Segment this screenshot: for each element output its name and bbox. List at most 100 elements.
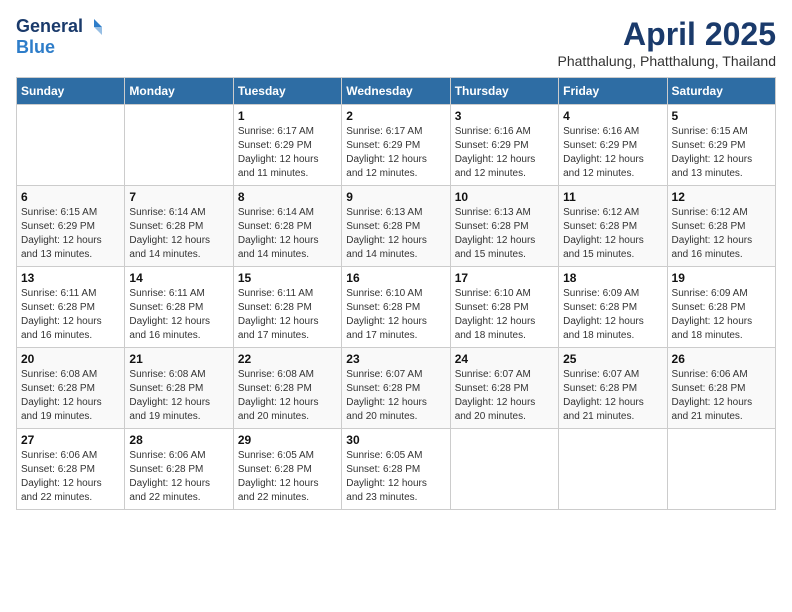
calendar-week-2: 6Sunrise: 6:15 AMSunset: 6:29 PMDaylight… [17,186,776,267]
day-number: 3 [455,109,554,123]
header: General Blue April 2025 Phatthalung, Pha… [16,16,776,69]
calendar-cell: 8Sunrise: 6:14 AMSunset: 6:28 PMDaylight… [233,186,341,267]
day-number: 14 [129,271,228,285]
day-number: 17 [455,271,554,285]
day-detail: Sunrise: 6:07 AMSunset: 6:28 PMDaylight:… [346,368,445,424]
calendar-cell: 2 Sunrise: 6:17 AMSunset: 6:29 PMDaylight… [342,105,450,186]
day-number: 28 [129,433,228,447]
calendar-cell: 24 Sunrise: 6:07 AMSunset: 6:28 PMDayligh… [450,348,558,429]
calendar-cell: 14 Sunrise: 6:11 AMSunset: 6:28 PMDayligh… [125,267,233,348]
calendar-cell: 4 Sunrise: 6:16 AMSunset: 6:29 PMDaylight… [559,105,667,186]
day-detail: Sunrise: 6:06 AMSunset: 6:28 PMDaylight:… [129,449,228,505]
day-detail: Sunrise: 6:08 AMSunset: 6:28 PMDaylight:… [129,368,228,424]
calendar-cell [125,105,233,186]
calendar-cell: 6Sunrise: 6:15 AMSunset: 6:29 PMDaylight… [17,186,125,267]
calendar-cell [559,429,667,510]
logo: General Blue [16,16,103,58]
day-detail: Sunrise: 6:06 AMSunset: 6:28 PMDaylight:… [672,368,771,424]
day-of-week-wednesday: Wednesday [342,78,450,105]
calendar-week-4: 20 Sunrise: 6:08 AMSunset: 6:28 PMDayligh… [17,348,776,429]
calendar-week-1: 1 Sunrise: 6:17 AMSunset: 6:29 PMDaylight… [17,105,776,186]
day-detail: Sunrise: 6:07 AMSunset: 6:28 PMDaylight:… [563,368,662,424]
calendar-cell: 16 Sunrise: 6:10 AMSunset: 6:28 PMDayligh… [342,267,450,348]
day-detail: Sunrise: 6:09 AMSunset: 6:28 PMDaylight:… [672,287,771,343]
calendar-cell [667,429,775,510]
day-number: 25 [563,352,662,366]
day-detail: Sunrise: 6:07 AMSunset: 6:28 PMDaylight:… [455,368,554,424]
day-detail: Sunrise: 6:16 AMSunset: 6:29 PMDaylight:… [455,125,554,181]
day-detail: Sunrise: 6:10 AMSunset: 6:28 PMDaylight:… [455,287,554,343]
day-number: 27 [21,433,120,447]
day-detail: Sunrise: 6:17 AMSunset: 6:29 PMDaylight:… [238,125,337,181]
calendar-cell: 3 Sunrise: 6:16 AMSunset: 6:29 PMDaylight… [450,105,558,186]
day-of-week-thursday: Thursday [450,78,558,105]
day-of-week-monday: Monday [125,78,233,105]
day-detail: Sunrise: 6:05 AMSunset: 6:28 PMDaylight:… [238,449,337,505]
day-detail: Sunrise: 6:11 AMSunset: 6:28 PMDaylight:… [129,287,228,343]
day-detail: Sunrise: 6:16 AMSunset: 6:29 PMDaylight:… [563,125,662,181]
day-number: 1 [238,109,337,123]
day-detail: Sunrise: 6:06 AMSunset: 6:28 PMDaylight:… [21,449,120,505]
day-detail: Sunrise: 6:12 AMSunset: 6:28 PMDaylight:… [563,206,662,262]
day-detail: Sunrise: 6:11 AMSunset: 6:28 PMDaylight:… [21,287,120,343]
calendar-cell: 18 Sunrise: 6:09 AMSunset: 6:28 PMDayligh… [559,267,667,348]
calendar-cell: 27 Sunrise: 6:06 AMSunset: 6:28 PMDayligh… [17,429,125,510]
calendar-cell [450,429,558,510]
day-number: 24 [455,352,554,366]
calendar-week-3: 13 Sunrise: 6:11 AMSunset: 6:28 PMDayligh… [17,267,776,348]
calendar-cell: 20Sunrise: 6:08 AMSunset: 6:28 PMDayligh… [17,348,125,429]
day-number: 7 [129,190,228,204]
calendar-cell: 19 Sunrise: 6:09 AMSunset: 6:28 PMDayligh… [667,267,775,348]
day-number: 26 [672,352,771,366]
day-number: 21 [129,352,228,366]
day-number: 15 [238,271,337,285]
calendar-cell: 1 Sunrise: 6:17 AMSunset: 6:29 PMDaylight… [233,105,341,186]
calendar-cell: 26 Sunrise: 6:06 AMSunset: 6:28 PMDayligh… [667,348,775,429]
day-detail: Sunrise: 6:11 AMSunset: 6:28 PMDaylight:… [238,287,337,343]
day-number: 13 [21,271,120,285]
day-detail: Sunrise: 6:15 AMSunset: 6:29 PMDaylight:… [672,125,771,181]
day-number: 19 [672,271,771,285]
calendar-title: April 2025 [558,16,776,53]
day-detail: Sunrise: 6:17 AMSunset: 6:29 PMDaylight:… [346,125,445,181]
calendar-body: 1 Sunrise: 6:17 AMSunset: 6:29 PMDaylight… [17,105,776,510]
day-of-week-saturday: Saturday [667,78,775,105]
day-number: 30 [346,433,445,447]
day-detail: Sunrise: 6:09 AMSunset: 6:28 PMDaylight:… [563,287,662,343]
title-area: April 2025 Phatthalung, Phatthalung, Tha… [558,16,776,69]
day-detail: Sunrise: 6:10 AMSunset: 6:28 PMDaylight:… [346,287,445,343]
logo-icon [85,18,103,36]
day-detail: Sunrise: 6:13 AMSunset: 6:28 PMDaylight:… [455,206,554,262]
day-of-week-friday: Friday [559,78,667,105]
calendar-week-5: 27 Sunrise: 6:06 AMSunset: 6:28 PMDayligh… [17,429,776,510]
calendar-cell: 21 Sunrise: 6:08 AMSunset: 6:28 PMDayligh… [125,348,233,429]
logo-general-text: General [16,16,83,37]
day-number: 6 [21,190,120,204]
day-detail: Sunrise: 6:08 AMSunset: 6:28 PMDaylight:… [238,368,337,424]
calendar-cell: 15 Sunrise: 6:11 AMSunset: 6:28 PMDayligh… [233,267,341,348]
days-of-week-header: SundayMondayTuesdayWednesdayThursdayFrid… [17,78,776,105]
day-number: 4 [563,109,662,123]
day-number: 2 [346,109,445,123]
day-of-week-sunday: Sunday [17,78,125,105]
day-number: 20 [21,352,120,366]
day-detail: Sunrise: 6:13 AMSunset: 6:28 PMDaylight:… [346,206,445,262]
calendar-cell: 11Sunrise: 6:12 AMSunset: 6:28 PMDayligh… [559,186,667,267]
calendar-cell: 25 Sunrise: 6:07 AMSunset: 6:28 PMDayligh… [559,348,667,429]
day-number: 5 [672,109,771,123]
day-number: 9 [346,190,445,204]
calendar-location: Phatthalung, Phatthalung, Thailand [558,53,776,69]
calendar-table: SundayMondayTuesdayWednesdayThursdayFrid… [16,77,776,510]
day-number: 22 [238,352,337,366]
calendar-cell [17,105,125,186]
calendar-cell: 7Sunrise: 6:14 AMSunset: 6:28 PMDaylight… [125,186,233,267]
calendar-cell: 28 Sunrise: 6:06 AMSunset: 6:28 PMDayligh… [125,429,233,510]
day-number: 16 [346,271,445,285]
day-of-week-tuesday: Tuesday [233,78,341,105]
day-number: 18 [563,271,662,285]
calendar-cell: 10 Sunrise: 6:13 AMSunset: 6:28 PMDayligh… [450,186,558,267]
day-number: 10 [455,190,554,204]
calendar-cell: 22 Sunrise: 6:08 AMSunset: 6:28 PMDayligh… [233,348,341,429]
day-number: 8 [238,190,337,204]
day-detail: Sunrise: 6:05 AMSunset: 6:28 PMDaylight:… [346,449,445,505]
